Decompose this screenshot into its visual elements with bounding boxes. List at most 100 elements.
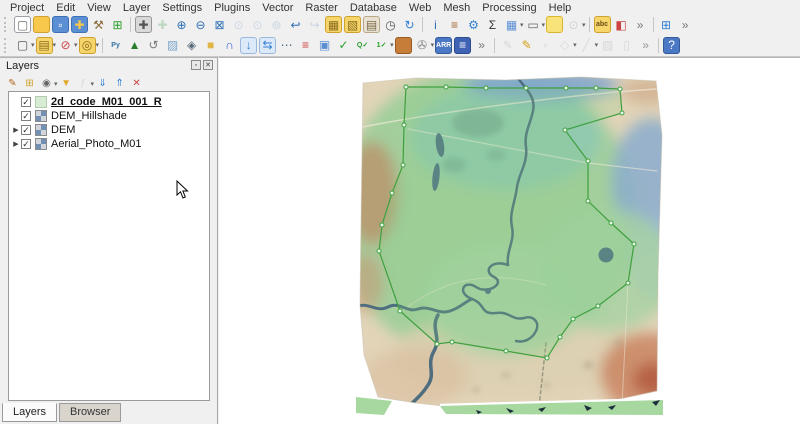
manage-map-themes-icon[interactable]: ◉ bbox=[39, 76, 54, 91]
vertex-marker[interactable] bbox=[608, 220, 614, 226]
menu-database[interactable]: Database bbox=[344, 1, 403, 15]
vertex-marker[interactable] bbox=[617, 86, 623, 92]
measure-icon[interactable]: ▭ bbox=[525, 16, 542, 33]
manage-map-themes-dropdown-icon[interactable]: ▾ bbox=[54, 80, 58, 88]
menu-plugins[interactable]: Plugins bbox=[208, 1, 256, 15]
zoom-out-icon[interactable]: ⊖ bbox=[192, 16, 209, 33]
toolbar-overflow-icon[interactable]: » bbox=[677, 16, 694, 33]
expand-arrow-icon[interactable]: ▶ bbox=[11, 140, 21, 148]
layer-checkbox[interactable]: ✓ bbox=[21, 125, 31, 135]
menu-project[interactable]: Project bbox=[4, 1, 50, 15]
attachments-dropdown-icon[interactable]: ▾ bbox=[431, 41, 435, 49]
georeferencer-icon[interactable]: ↺ bbox=[145, 37, 162, 54]
toggle-editing-icon[interactable]: ✎ bbox=[518, 37, 535, 54]
zoom-native-icon[interactable]: ⊚ bbox=[268, 16, 285, 33]
select-by-location-dropdown-icon[interactable]: ▾ bbox=[96, 41, 100, 49]
select-features-dropdown-icon[interactable]: ▾ bbox=[31, 41, 35, 49]
menu-help[interactable]: Help bbox=[543, 1, 578, 15]
raster-window-icon[interactable]: ▣ bbox=[316, 37, 333, 54]
temporal-controller-icon[interactable]: ◷ bbox=[382, 16, 399, 33]
sum-features-icon[interactable]: Σ bbox=[484, 16, 501, 33]
new-map-view-icon[interactable]: ▦ bbox=[325, 16, 342, 33]
refresh-map-icon[interactable]: ↻ bbox=[401, 16, 418, 33]
statistical-summary-icon[interactable]: ≡ bbox=[446, 16, 463, 33]
vertex-marker[interactable] bbox=[631, 241, 637, 247]
toolbar-overflow-icon[interactable]: » bbox=[473, 37, 490, 54]
map-tips-icon[interactable] bbox=[546, 16, 564, 33]
modify-attributes-icon[interactable]: ▨ bbox=[599, 37, 616, 54]
expand-all-icon[interactable]: ⇓ bbox=[95, 76, 110, 91]
vertex-marker[interactable] bbox=[563, 85, 569, 91]
vertex-tool-dropdown-icon[interactable]: ▾ bbox=[595, 41, 599, 49]
add-layer-icon[interactable]: ⊞ bbox=[658, 16, 675, 33]
select-features-icon[interactable]: ▢ bbox=[14, 37, 31, 54]
identify-features-icon[interactable]: i bbox=[427, 16, 444, 33]
new-3d-map-view-icon[interactable]: ▧ bbox=[344, 16, 361, 33]
vertex-marker[interactable] bbox=[562, 127, 568, 133]
layer-checkbox[interactable]: ✓ bbox=[21, 111, 31, 121]
menu-processing[interactable]: Processing bbox=[476, 1, 542, 15]
close-panel-icon[interactable]: ✕ bbox=[203, 60, 213, 70]
menu-vector[interactable]: Vector bbox=[256, 1, 299, 15]
tab-browser[interactable]: Browser bbox=[59, 403, 122, 422]
toolbar-overflow-icon[interactable]: » bbox=[637, 37, 654, 54]
open-attribute-table-icon[interactable]: ▦ bbox=[503, 16, 520, 33]
attachments-icon[interactable]: ✇ bbox=[414, 37, 431, 54]
pan-map-icon[interactable]: ✚ bbox=[135, 16, 152, 33]
save-project-as-icon[interactable]: ✚ bbox=[71, 16, 88, 33]
menu-edit[interactable]: Edit bbox=[50, 1, 81, 15]
layer-row[interactable]: ▶ ✓ Aerial_Photo_M01 bbox=[9, 137, 209, 151]
open-attribute-table-dropdown-icon[interactable]: ▾ bbox=[520, 21, 524, 29]
zoom-in-icon[interactable]: ⊕ bbox=[173, 16, 190, 33]
select-by-value-dropdown-icon[interactable]: ▾ bbox=[53, 41, 57, 49]
project-properties-icon[interactable]: ⚒ bbox=[90, 16, 107, 33]
measure-dropdown-icon[interactable]: ▾ bbox=[542, 21, 546, 29]
map-canvas[interactable] bbox=[219, 57, 800, 424]
filter-legend-icon[interactable]: ▼ bbox=[59, 76, 74, 91]
float-panel-icon[interactable]: ▫ bbox=[191, 60, 201, 70]
processing-toolbox-icon[interactable]: ⚙ bbox=[465, 16, 482, 33]
import-data-icon[interactable]: ↓ bbox=[240, 36, 258, 54]
vertex-marker[interactable] bbox=[400, 162, 406, 168]
vertex-marker[interactable] bbox=[449, 339, 455, 345]
help-icon[interactable]: ? bbox=[663, 36, 681, 54]
toolbar-handle[interactable] bbox=[4, 37, 11, 53]
vertex-marker[interactable] bbox=[379, 222, 385, 228]
zoom-full-icon[interactable]: ⊠ bbox=[211, 16, 228, 33]
vertex-marker[interactable] bbox=[403, 84, 409, 90]
menu-mesh[interactable]: Mesh bbox=[437, 1, 476, 15]
zoom-next-icon[interactable]: ↪ bbox=[306, 16, 323, 33]
map-sheet-icon[interactable]: ▨ bbox=[164, 37, 181, 54]
vertex-marker[interactable] bbox=[389, 190, 395, 196]
add-group-icon[interactable]: ⊞ bbox=[22, 76, 37, 91]
menu-web[interactable]: Web bbox=[403, 1, 437, 15]
color-cube-icon[interactable]: ◧ bbox=[613, 16, 630, 33]
zoom-to-object-dropdown-icon[interactable]: ▾ bbox=[582, 21, 586, 29]
menu-settings[interactable]: Settings bbox=[156, 1, 208, 15]
vertex-marker[interactable] bbox=[503, 348, 509, 354]
vertex-marker[interactable] bbox=[483, 85, 489, 91]
filter-by-expression-icon[interactable]: ƒ bbox=[76, 76, 91, 91]
deselect-features-dropdown-icon[interactable]: ▾ bbox=[74, 41, 78, 49]
menu-view[interactable]: View bbox=[81, 1, 117, 15]
profile-list-icon[interactable]: ≡ bbox=[297, 37, 314, 54]
vertex-marker[interactable] bbox=[570, 316, 576, 322]
vertex-marker[interactable] bbox=[595, 303, 601, 309]
remove-layer-icon[interactable]: ✕ bbox=[129, 76, 144, 91]
tcp-connection-icon[interactable]: ⋯ bbox=[278, 37, 295, 54]
labeling-icon[interactable]: abc bbox=[593, 16, 611, 33]
map-view[interactable] bbox=[356, 75, 664, 416]
style-manager-icon[interactable]: ⊞ bbox=[109, 16, 126, 33]
save-project-icon[interactable]: ▫ bbox=[52, 16, 69, 33]
check-1-icon[interactable]: 1✓ bbox=[373, 37, 390, 54]
vertex-marker[interactable] bbox=[619, 110, 625, 116]
vertex-marker[interactable] bbox=[401, 122, 407, 128]
vertex-marker[interactable] bbox=[593, 85, 599, 91]
layer-row[interactable]: ▶ ✓ DEM bbox=[9, 123, 209, 137]
vertex-marker[interactable] bbox=[397, 308, 403, 314]
zoom-to-object-icon[interactable]: ⊙ bbox=[565, 16, 582, 33]
layer-tree[interactable]: ✓ 2d_code_M01_001_R ✓ DEM_Hillshade ▶ ✓ DEM ▶ ✓ A… bbox=[8, 91, 210, 401]
filter-by-expression-dropdown-icon[interactable]: ▾ bbox=[91, 80, 95, 88]
delete-selected-icon[interactable]: ▯ bbox=[618, 37, 635, 54]
vertex-marker[interactable] bbox=[544, 355, 550, 361]
